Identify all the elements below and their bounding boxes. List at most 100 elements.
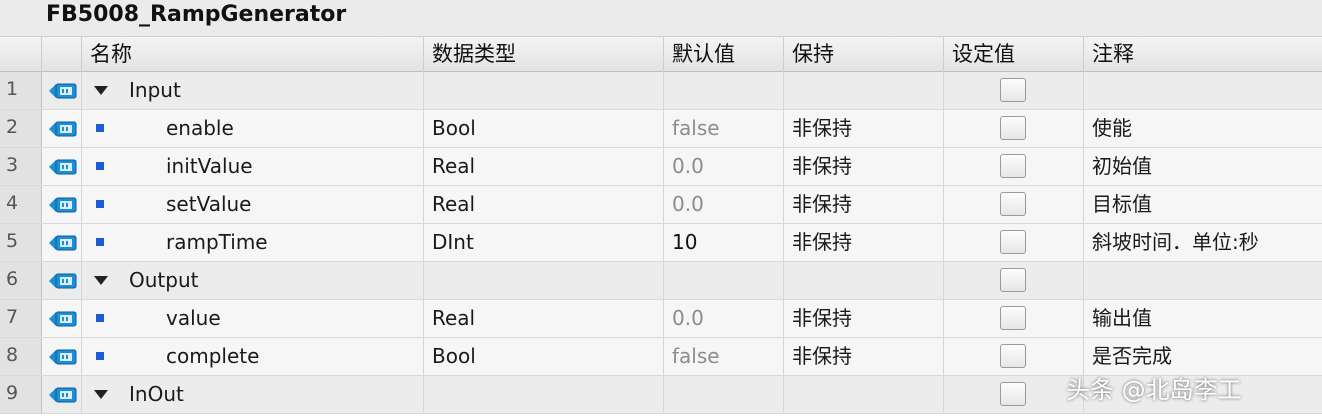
setpoint-checkbox[interactable] — [1000, 116, 1026, 140]
member-bullet-icon — [96, 124, 104, 132]
row-number-cell[interactable]: 1 — [0, 72, 42, 109]
setpoint-cell — [944, 224, 1084, 261]
member-bullet-icon — [96, 314, 104, 322]
comment-cell[interactable]: 目标值 — [1084, 186, 1322, 223]
setpoint-checkbox[interactable] — [1000, 268, 1026, 292]
table-row[interactable]: 1 Input — [0, 72, 1322, 110]
retain-cell[interactable] — [784, 72, 944, 109]
data-type-cell[interactable]: Bool — [424, 110, 664, 147]
data-type-cell[interactable] — [424, 72, 664, 109]
row-number-cell[interactable]: 8 — [0, 338, 42, 375]
row-number-cell[interactable]: 2 — [0, 110, 42, 147]
row-icon-cell — [42, 72, 82, 109]
comment-cell[interactable] — [1084, 262, 1322, 299]
table-row[interactable]: 7 value Real 0.0 非保持 输出值 — [0, 300, 1322, 338]
comment-cell[interactable]: 使能 — [1084, 110, 1322, 147]
row-number-cell[interactable]: 6 — [0, 262, 42, 299]
name-cell[interactable]: Input — [82, 72, 424, 109]
comment-cell[interactable]: 输出值 — [1084, 300, 1322, 337]
data-type-cell[interactable]: Real — [424, 300, 664, 337]
param-name: Input — [129, 78, 181, 102]
name-cell[interactable]: value — [82, 300, 424, 337]
name-cell[interactable]: rampTime — [82, 224, 424, 261]
data-type-cell[interactable]: DInt — [424, 224, 664, 261]
default-value-cell[interactable] — [664, 262, 784, 299]
setpoint-cell — [944, 262, 1084, 299]
row-icon-cell — [42, 376, 82, 413]
row-number: 1 — [6, 78, 19, 100]
data-type-cell[interactable] — [424, 262, 664, 299]
header-retain[interactable]: 保持 — [784, 37, 944, 72]
default-value-cell[interactable]: 0.0 — [664, 300, 784, 337]
default-value-cell[interactable]: 0.0 — [664, 186, 784, 223]
default-value-cell[interactable] — [664, 376, 784, 413]
setpoint-checkbox[interactable] — [1000, 78, 1026, 102]
setpoint-checkbox[interactable] — [1000, 192, 1026, 216]
expand-triangle-icon[interactable] — [94, 276, 108, 285]
param-name: InOut — [129, 382, 184, 406]
expand-triangle-icon[interactable] — [94, 390, 108, 399]
name-cell[interactable]: InOut — [82, 376, 424, 413]
setpoint-checkbox[interactable] — [1000, 154, 1026, 178]
row-icon-cell — [42, 148, 82, 185]
row-icon-cell — [42, 110, 82, 147]
default-value-cell[interactable] — [664, 72, 784, 109]
data-type-cell[interactable]: Real — [424, 186, 664, 223]
comment-cell[interactable]: 斜坡时间．单位:秒 — [1084, 224, 1322, 261]
block-title-bar: FB5008_RampGenerator — [0, 0, 1322, 36]
retain-cell[interactable]: 非保持 — [784, 338, 944, 375]
data-type-cell[interactable] — [424, 376, 664, 413]
interface-param-icon — [49, 273, 77, 289]
comment-cell[interactable]: 初始值 — [1084, 148, 1322, 185]
name-cell[interactable]: complete — [82, 338, 424, 375]
setpoint-checkbox[interactable] — [1000, 344, 1026, 368]
row-number: 9 — [6, 382, 19, 404]
name-cell[interactable]: enable — [82, 110, 424, 147]
header-data-type[interactable]: 数据类型 — [424, 37, 664, 72]
param-name: enable — [166, 116, 234, 140]
setpoint-cell — [944, 148, 1084, 185]
row-number-cell[interactable]: 4 — [0, 186, 42, 223]
data-type-cell[interactable]: Bool — [424, 338, 664, 375]
retain-cell[interactable]: 非保持 — [784, 148, 944, 185]
param-name: initValue — [166, 154, 253, 178]
row-number-cell[interactable]: 9 — [0, 376, 42, 413]
retain-cell[interactable]: 非保持 — [784, 186, 944, 223]
header-icon — [42, 37, 82, 72]
setpoint-checkbox[interactable] — [1000, 306, 1026, 330]
header-default-value[interactable]: 默认值 — [664, 37, 784, 72]
setpoint-checkbox[interactable] — [1000, 382, 1026, 406]
row-number-cell[interactable]: 7 — [0, 300, 42, 337]
default-value-cell[interactable]: 0.0 — [664, 148, 784, 185]
default-value-cell[interactable]: 10 — [664, 224, 784, 261]
retain-cell[interactable]: 非保持 — [784, 110, 944, 147]
header-rownum — [0, 37, 42, 72]
row-number-cell[interactable]: 5 — [0, 224, 42, 261]
table-row[interactable]: 6 Output — [0, 262, 1322, 300]
expand-triangle-icon[interactable] — [94, 86, 108, 95]
header-comment[interactable]: 注释 — [1084, 37, 1322, 72]
table-row[interactable]: 4 setValue Real 0.0 非保持 目标值 — [0, 186, 1322, 224]
data-type-cell[interactable]: Real — [424, 148, 664, 185]
table-row[interactable]: 5 rampTime DInt 10 非保持 斜坡时间．单位:秒 — [0, 224, 1322, 262]
default-value-cell[interactable]: false — [664, 338, 784, 375]
table-row[interactable]: 3 initValue Real 0.0 非保持 初始值 — [0, 148, 1322, 186]
header-setpoint[interactable]: 设定值 — [944, 37, 1084, 72]
interface-param-icon — [49, 349, 77, 365]
table-row[interactable]: 2 enable Bool false 非保持 使能 — [0, 110, 1322, 148]
retain-cell[interactable] — [784, 262, 944, 299]
name-cell[interactable]: Output — [82, 262, 424, 299]
setpoint-checkbox[interactable] — [1000, 230, 1026, 254]
setpoint-cell — [944, 72, 1084, 109]
retain-cell[interactable]: 非保持 — [784, 224, 944, 261]
name-cell[interactable]: initValue — [82, 148, 424, 185]
default-value-cell[interactable]: false — [664, 110, 784, 147]
comment-cell[interactable] — [1084, 72, 1322, 109]
block-title: FB5008_RampGenerator — [46, 2, 347, 27]
interface-param-icon — [49, 83, 77, 99]
retain-cell[interactable] — [784, 376, 944, 413]
row-number-cell[interactable]: 3 — [0, 148, 42, 185]
header-name[interactable]: 名称 — [82, 37, 424, 72]
name-cell[interactable]: setValue — [82, 186, 424, 223]
retain-cell[interactable]: 非保持 — [784, 300, 944, 337]
